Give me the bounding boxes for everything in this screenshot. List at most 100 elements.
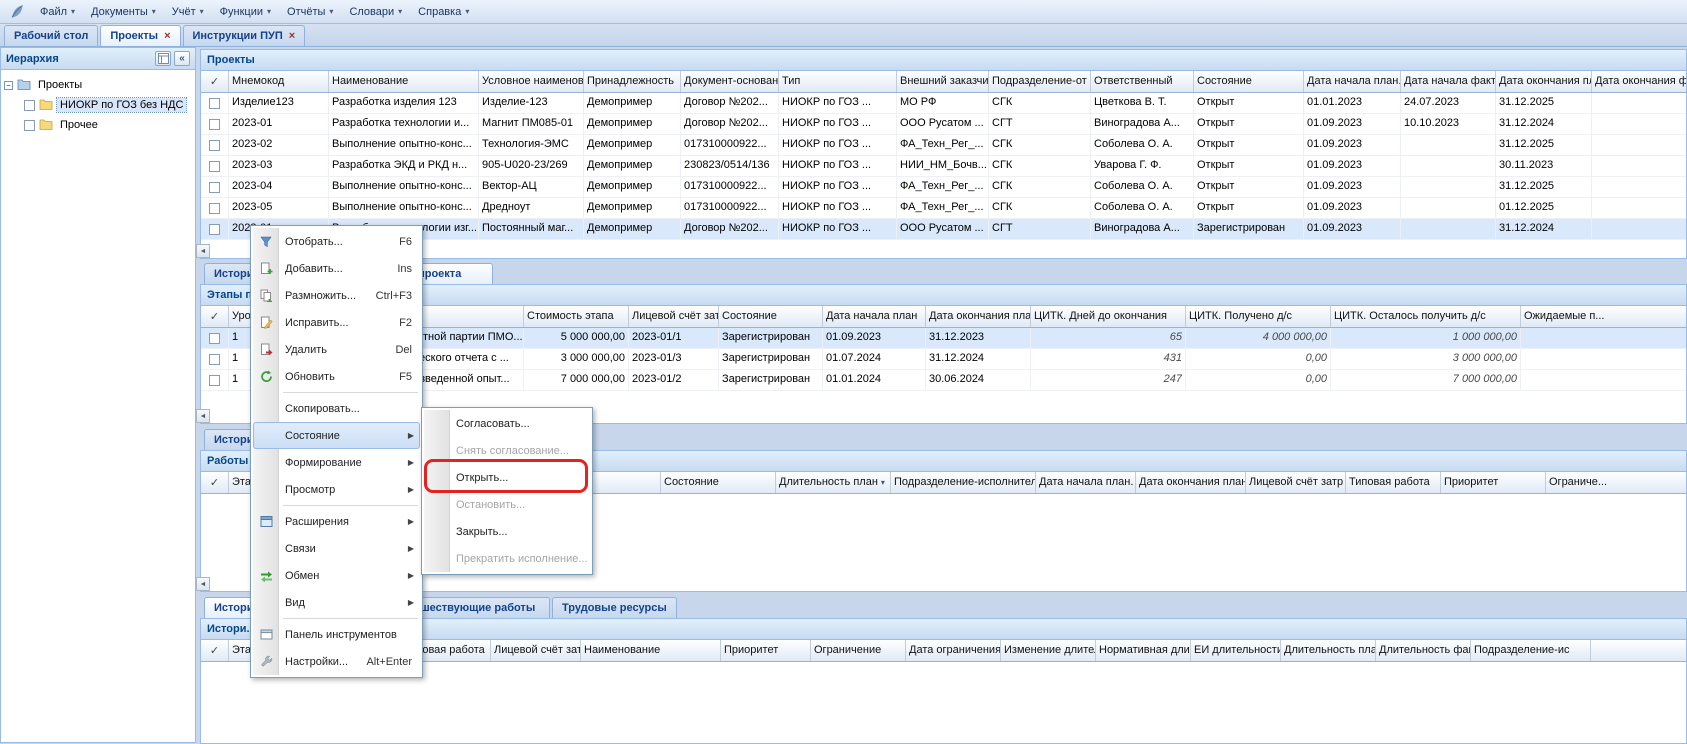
menubar-item-dictionaries[interactable]: Словари▾ <box>341 3 410 21</box>
column-header[interactable]: Лицевой счёт затр <box>491 640 581 661</box>
row-checkbox[interactable] <box>209 161 220 172</box>
column-header[interactable]: Ожидаемые п... <box>1521 306 1687 327</box>
column-header[interactable]: Внешний заказчик <box>897 71 989 92</box>
row-checkbox[interactable] <box>209 98 220 109</box>
row-checkbox[interactable] <box>209 333 220 344</box>
submenu-item-close[interactable]: Закрыть... <box>424 518 590 545</box>
table-row[interactable]: 1Проведение испытаний произведенной опыт… <box>201 370 1686 391</box>
column-header[interactable]: Длительность план▾ <box>776 472 891 493</box>
hscroll-left-arrow[interactable]: ◄ <box>196 577 210 591</box>
column-header[interactable]: Приоритет <box>721 640 811 661</box>
table-row[interactable]: 2023-05Выполнение опытно-конс...Дредноут… <box>201 198 1686 219</box>
tab-projects[interactable]: Проекты× <box>100 25 180 46</box>
tree-node-checkbox[interactable] <box>24 100 35 111</box>
column-header[interactable]: Ответственный <box>1091 71 1194 92</box>
tree-expander-icon[interactable]: − <box>4 81 13 90</box>
menubar-item-file[interactable]: Файл▾ <box>32 3 83 21</box>
column-header[interactable]: Длительность фак <box>1376 640 1471 661</box>
menu-item-edit[interactable]: Исправить... F2 <box>253 309 420 336</box>
menu-item-status[interactable]: Состояние ▶ <box>253 422 420 449</box>
column-header[interactable] <box>1591 640 1687 661</box>
column-header[interactable]: Дата окончания план <box>1136 472 1246 493</box>
column-header[interactable]: Нормативная длит <box>1096 640 1191 661</box>
hscroll-left-arrow[interactable]: ◄ <box>196 409 210 423</box>
column-header[interactable]: Подразделение-от <box>989 71 1091 92</box>
row-checkbox[interactable] <box>209 182 220 193</box>
menu-item-exchange[interactable]: Обмен ▶ <box>253 562 420 589</box>
row-checkbox[interactable] <box>209 203 220 214</box>
table-row[interactable]: Изделие123Разработка изделия 123Изделие-… <box>201 93 1686 114</box>
row-checkbox[interactable] <box>209 224 220 235</box>
tab-pup-instructions[interactable]: Инструкции ПУП× <box>183 25 306 46</box>
menu-item-filter[interactable]: Отобрать... F6 <box>253 228 420 255</box>
menu-item-delete[interactable]: Удалить Del <box>253 336 420 363</box>
menu-item-formation[interactable]: Формирование ▶ <box>253 449 420 476</box>
tree-node-other[interactable]: Прочее <box>4 115 192 135</box>
column-header[interactable]: Наименование <box>581 640 721 661</box>
column-header[interactable]: ЦИТК. Получено д/с <box>1186 306 1331 327</box>
menu-item-settings[interactable]: Настройки... Alt+Enter <box>253 648 420 675</box>
collapse-panel-icon[interactable]: « <box>174 51 190 66</box>
table-row[interactable]: 1Подготовка итогового технического отчет… <box>201 349 1686 370</box>
menubar-item-accounting[interactable]: Учёт▾ <box>164 3 212 21</box>
column-header[interactable]: Состояние <box>719 306 823 327</box>
menu-item-duplicate[interactable]: Размножить... Ctrl+F3 <box>253 282 420 309</box>
menu-item-links[interactable]: Связи ▶ <box>253 535 420 562</box>
table-row[interactable]: 2023-01Разработка технологии изг...Посто… <box>201 219 1686 240</box>
column-header[interactable]: Подразделение-ис <box>1471 640 1591 661</box>
column-header[interactable]: Условное наименова <box>479 71 584 92</box>
column-header[interactable]: Дата начала план. <box>1036 472 1136 493</box>
tab-labor-resources[interactable]: Трудовые ресурсы <box>552 597 677 618</box>
select-all-column-header[interactable]: ✓ <box>201 306 229 327</box>
column-header[interactable]: Документ-основан <box>681 71 779 92</box>
column-header[interactable]: Состояние <box>1194 71 1304 92</box>
menu-item-view[interactable]: Просмотр ▶ <box>253 476 420 503</box>
layout-tool-icon[interactable] <box>155 51 171 66</box>
column-header[interactable]: ЦИТК. Осталось получить д/с <box>1331 306 1521 327</box>
table-row[interactable]: 2023-01Разработка технологии и...Магнит … <box>201 114 1686 135</box>
column-header[interactable]: Принадлежность <box>584 71 681 92</box>
column-header[interactable]: Длительность пла <box>1281 640 1376 661</box>
column-header[interactable]: Дата начала факт <box>1401 71 1496 92</box>
column-header[interactable]: Ограничение <box>811 640 906 661</box>
menu-item-copy[interactable]: Скопировать... <box>253 395 420 422</box>
menu-item-display[interactable]: Вид ▶ <box>253 589 420 616</box>
column-header[interactable]: Подразделение-исполнитель <box>891 472 1036 493</box>
menu-item-extensions[interactable]: Расширения ▶ <box>253 508 420 535</box>
column-header[interactable]: ЦИТК. Дней до окончания <box>1031 306 1186 327</box>
tab-desktop[interactable]: Рабочий стол <box>4 25 98 46</box>
submenu-item-approve[interactable]: Согласовать... <box>424 410 590 437</box>
row-checkbox[interactable] <box>209 119 220 130</box>
menubar-item-reports[interactable]: Отчёты▾ <box>279 3 341 21</box>
row-checkbox[interactable] <box>209 140 220 151</box>
close-icon[interactable]: × <box>164 30 170 42</box>
hscroll-left-arrow[interactable]: ◄ <box>196 244 210 258</box>
column-header[interactable]: Дата окончания пл <box>1496 71 1592 92</box>
table-row[interactable]: 2023-02Выполнение опытно-конс...Технолог… <box>201 135 1686 156</box>
menu-item-add[interactable]: Добавить... Ins <box>253 255 420 282</box>
menubar-item-documents[interactable]: Документы▾ <box>83 3 164 21</box>
menubar-item-help[interactable]: Справка▾ <box>410 3 477 21</box>
table-row[interactable]: 2023-03Разработка ЭКД и РКД н...905-U020… <box>201 156 1686 177</box>
column-header[interactable]: Изменение длител <box>1001 640 1096 661</box>
column-header[interactable]: Дата начала план <box>823 306 926 327</box>
column-header[interactable]: Дата ограничения <box>906 640 1001 661</box>
select-all-column-header[interactable]: ✓ <box>201 472 229 493</box>
menu-item-toolbar[interactable]: Панель инструментов <box>253 621 420 648</box>
column-header[interactable]: Ограниче... <box>1546 472 1687 493</box>
row-checkbox[interactable] <box>209 354 220 365</box>
tree-node-checkbox[interactable] <box>24 120 35 131</box>
column-header[interactable]: Дата окончания ф <box>1592 71 1687 92</box>
table-row[interactable]: 2023-04Выполнение опытно-конс...Вектор-А… <box>201 177 1686 198</box>
menu-item-refresh[interactable]: Обновить F5 <box>253 363 420 390</box>
column-header[interactable]: Типовая работа <box>1346 472 1441 493</box>
column-header[interactable]: Мнемокод <box>229 71 329 92</box>
menubar-item-functions[interactable]: Функции▾ <box>212 3 279 21</box>
submenu-item-open[interactable]: Открыть... <box>424 464 590 491</box>
tree-node-niokr-goz[interactable]: НИОКР по ГОЗ без НДС <box>4 95 192 115</box>
select-all-column-header[interactable]: ✓ <box>201 71 229 92</box>
column-header[interactable]: ЕИ длительности <box>1191 640 1281 661</box>
column-header[interactable]: Стоимость этапа <box>524 306 629 327</box>
column-header[interactable]: Дата начала план. <box>1304 71 1401 92</box>
row-checkbox[interactable] <box>209 375 220 386</box>
